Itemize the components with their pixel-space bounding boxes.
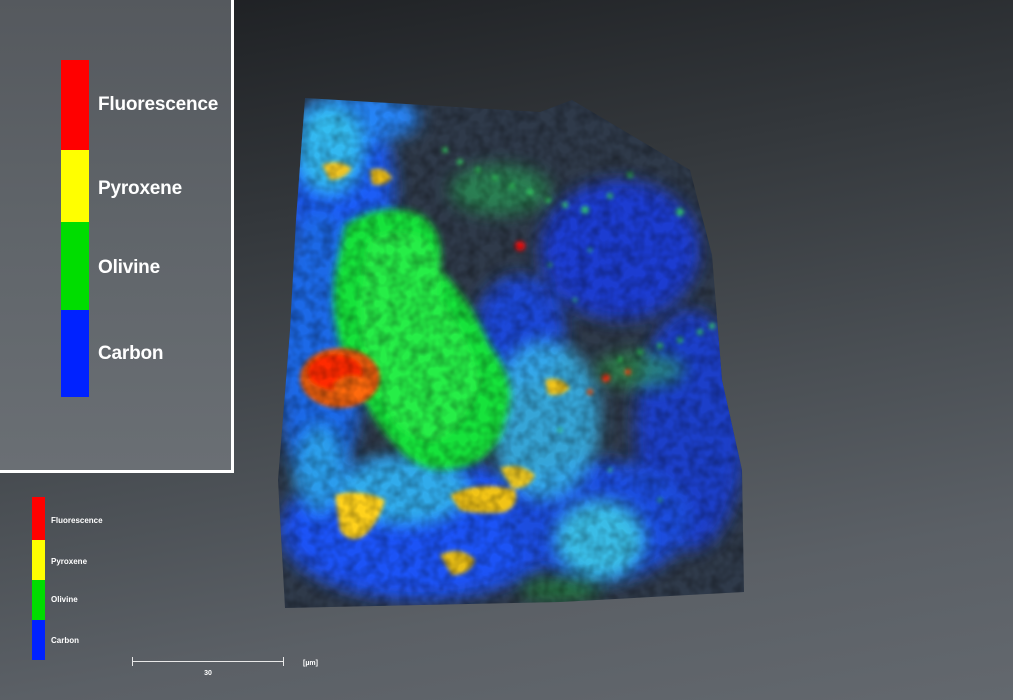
legend-label-carbon: Carbon: [98, 343, 164, 364]
mini-legend-swatch-pyroxene: [32, 540, 45, 580]
scale-bar-line: [132, 661, 284, 662]
mini-legend-label-olivine: Olivine: [51, 595, 78, 604]
volume-slab: [278, 98, 744, 608]
legend-swatch-pyroxene: [61, 150, 89, 222]
scale-bar-unit: [µm]: [303, 660, 318, 667]
legend-swatch-olivine: [61, 222, 89, 310]
mini-legend-label-carbon: Carbon: [51, 636, 79, 645]
3d-viewport[interactable]: Fluorescence Pyroxene Olivine Carbon Flu…: [0, 0, 1013, 700]
legend-swatch-carbon: [61, 310, 89, 397]
scale-bar-value: 30: [204, 670, 212, 677]
mini-legend-label-fluorescence: Fluorescence: [51, 516, 103, 525]
legend-label-olivine: Olivine: [98, 257, 160, 278]
mini-legend-swatch-fluorescence: [32, 497, 45, 540]
legend-label-fluorescence: Fluorescence: [98, 94, 219, 115]
legend-label-pyroxene: Pyroxene: [98, 178, 182, 199]
legend-swatch-fluorescence: [61, 60, 89, 150]
mini-legend-swatch-carbon: [32, 620, 45, 660]
legend-panel: Fluorescence Pyroxene Olivine Carbon: [0, 0, 234, 473]
mini-legend-swatch-olivine: [32, 580, 45, 620]
scale-bar-tick-right: [283, 657, 284, 666]
mini-legend-label-pyroxene: Pyroxene: [51, 557, 88, 566]
scale-bar-tick-left: [132, 657, 133, 666]
